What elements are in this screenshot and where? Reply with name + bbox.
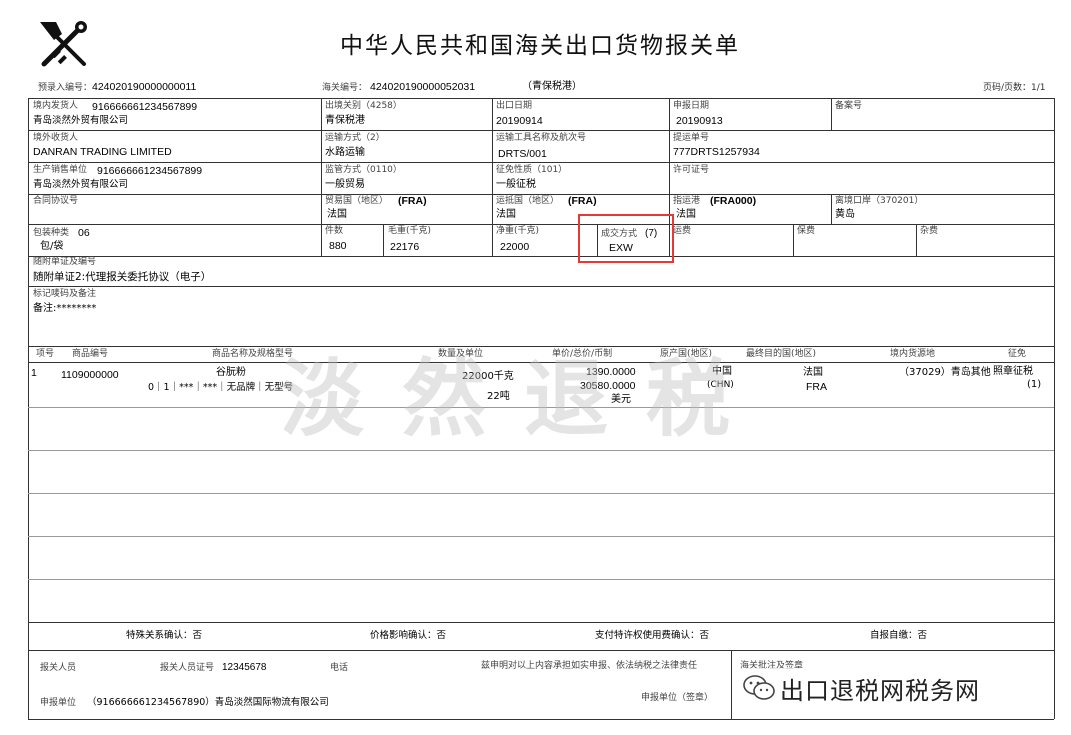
goods-header-item: 项号 xyxy=(36,349,55,359)
supervision-value: 一般贸易 xyxy=(325,179,365,190)
dest-country-code: (FRA) xyxy=(568,195,597,207)
goods-header-hs-code: 商品编号 xyxy=(72,349,109,359)
goods-levy: 照章征税 xyxy=(993,366,1033,377)
contract-label: 合同协议号 xyxy=(33,196,79,206)
bl-label: 提运单号 xyxy=(673,133,710,143)
wechat-icon xyxy=(742,673,776,703)
phone-label: 电话 xyxy=(330,663,349,673)
consignor-label: 境内发货人 xyxy=(33,101,79,111)
declare-unit-value: （916666661234567890）青岛淡然国际物流有限公司 xyxy=(87,697,329,708)
export-date-label: 出口日期 xyxy=(496,101,533,111)
pre-entry-number: 424020190000000011 xyxy=(92,81,197,93)
declare-unit-sign: 申报单位（签章） xyxy=(641,693,714,703)
marks-label: 标记唛码及备注 xyxy=(33,289,97,299)
declarant-cert-value: 12345678 xyxy=(222,662,267,673)
goods-dest-code: FRA xyxy=(806,381,827,393)
wechat-account-name: 出口退税网税务网 xyxy=(780,676,980,705)
marks-value: 备注:******** xyxy=(33,303,97,314)
declarant-cert-label: 报关人员证号 xyxy=(160,663,215,673)
goods-spec: 0｜1｜***｜***｜无品牌｜无型号 xyxy=(148,382,294,393)
wechat-badge: 出口退税网税务网 xyxy=(742,668,980,708)
transport-mode-label: 运输方式（2） xyxy=(325,133,385,143)
exit-customs-label: 出境关别（4258） xyxy=(325,101,402,111)
declaration-statement: 兹申明对以上内容承担如实申报、依法纳税之法律责任 xyxy=(481,661,698,671)
goods-dest: 法国 xyxy=(803,367,823,378)
gross-weight-value: 22176 xyxy=(390,241,420,253)
goods-hs-code: 1109000000 xyxy=(61,369,119,381)
goods-name: 谷朊粉 xyxy=(216,367,246,378)
dest-port-value: 法国 xyxy=(676,209,696,220)
goods-header-source: 境内货源地 xyxy=(890,349,936,359)
exit-customs-value: 青保税港 xyxy=(325,115,365,126)
levy-nature-label: 征免性质（101） xyxy=(496,165,568,175)
declare-unit-label: 申报单位 xyxy=(40,698,77,708)
record-no-label: 备案号 xyxy=(835,101,863,111)
trade-country-label: 贸易国（地区） xyxy=(325,196,389,206)
consignor-name: 青岛淡然外贸有限公司 xyxy=(33,115,129,126)
dest-country-value: 法国 xyxy=(496,209,516,220)
consignee-label: 境外收货人 xyxy=(33,133,79,143)
trade-country-value: 法国 xyxy=(327,209,347,220)
exit-port-value: 黄岛 xyxy=(835,209,855,220)
customs-number: 424020190000052031 xyxy=(370,81,476,93)
net-weight-value: 22000 xyxy=(500,241,530,253)
package-value: 包/袋 xyxy=(40,241,64,252)
gross-weight-label: 毛重(千克) xyxy=(388,226,432,236)
freight-label: 运费 xyxy=(673,226,692,236)
goods-levy-code: (1) xyxy=(1027,379,1042,390)
attached-docs-value: 随附单证2:代理报关委托协议（电子） xyxy=(33,271,212,283)
package-label: 包装种类 xyxy=(33,228,70,238)
package-code: 06 xyxy=(78,227,90,239)
dest-port-label: 指运港 xyxy=(673,196,701,206)
dest-country-label: 运抵国（地区） xyxy=(496,196,560,206)
net-weight-label: 净重(千克) xyxy=(496,226,540,236)
misc-fee-label: 杂费 xyxy=(920,226,939,236)
levy-nature-value: 一般征税 xyxy=(496,179,536,190)
license-label: 许可证号 xyxy=(673,165,710,175)
bl-value: 777DRTS1257934 xyxy=(673,146,760,158)
producer-code: 916666661234567899 xyxy=(97,165,203,177)
special-relation-confirm: 特殊关系确认：否 xyxy=(126,630,203,641)
attached-docs-label: 随附单证及编号 xyxy=(33,257,97,267)
page-indicator: 页码/页数：1/1 xyxy=(983,83,1046,93)
export-date-value: 20190914 xyxy=(496,115,543,127)
producer-label: 生产销售单位 xyxy=(33,165,88,175)
self-report-confirm: 自报自缴：否 xyxy=(870,630,928,641)
conveyance-label: 运输工具名称及航次号 xyxy=(496,133,587,143)
pieces-label: 件数 xyxy=(325,226,344,236)
consignee-value: DANRAN TRADING LIMITED xyxy=(33,146,172,158)
customs-emblem-icon xyxy=(34,14,94,74)
goods-item-no: 1 xyxy=(31,367,37,379)
producer-name: 青岛淡然外贸有限公司 xyxy=(33,179,129,190)
declare-date-value: 20190913 xyxy=(676,115,723,127)
price-influence-confirm: 价格影响确认：否 xyxy=(370,630,447,641)
transport-mode-value: 水路运输 xyxy=(325,147,365,158)
declare-date-label: 申报日期 xyxy=(673,101,710,111)
terms-highlight-box xyxy=(578,214,674,263)
consignor-code: 916666661234567899 xyxy=(92,101,198,113)
declarant-label: 报关人员 xyxy=(40,663,77,673)
port-note: （青保税港） xyxy=(522,81,582,92)
customs-no-label: 海关编号： xyxy=(322,83,368,93)
supervision-label: 监管方式（0110） xyxy=(325,165,402,175)
dest-port-code: (FRA000) xyxy=(710,195,757,207)
goods-source: （37029）青岛其他 xyxy=(899,367,991,378)
goods-header-levy: 征免 xyxy=(1008,349,1027,359)
pre-entry-label: 预录入编号： xyxy=(38,83,93,93)
document-title: 中华人民共和国海关出口货物报关单 xyxy=(340,33,740,59)
pieces-value: 880 xyxy=(329,240,347,252)
royalty-confirm: 支付特许权使用费确认：否 xyxy=(595,630,710,641)
watermark-text: 淡然退税 xyxy=(280,349,769,448)
trade-country-code: (FRA) xyxy=(398,195,427,207)
exit-port-label: 离境口岸（370201） xyxy=(835,196,924,206)
insurance-label: 保费 xyxy=(797,226,816,236)
conveyance-value: DRTS/001 xyxy=(498,148,547,160)
